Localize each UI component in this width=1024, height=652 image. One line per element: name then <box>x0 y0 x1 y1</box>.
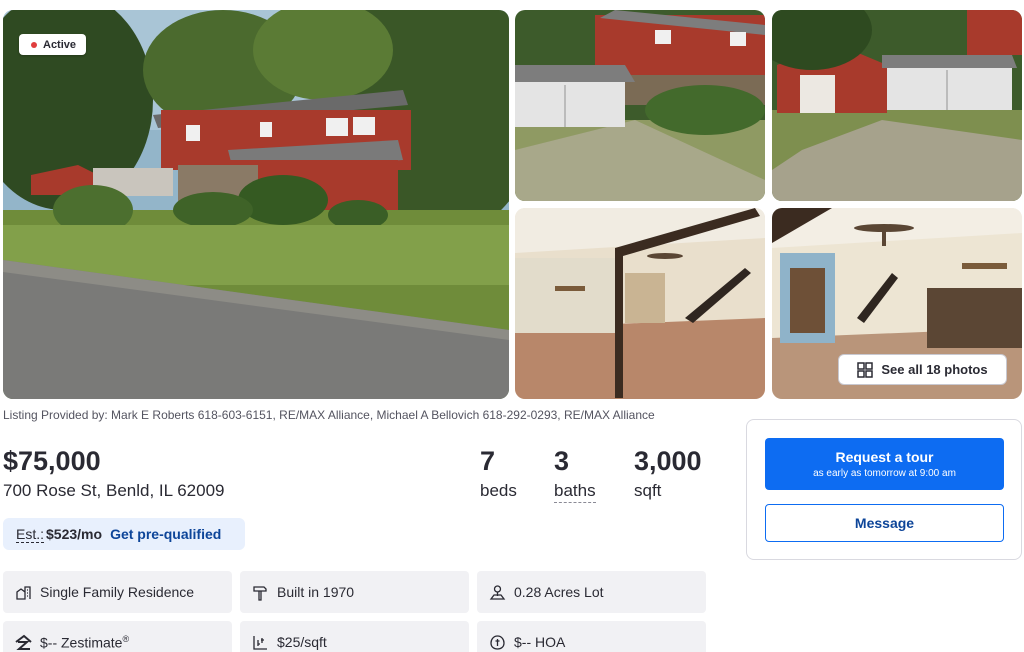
status-dot-icon <box>31 41 37 48</box>
photo-grid-icon <box>857 361 874 378</box>
fact-zestimate-text: $-- Zestimate® <box>40 633 130 651</box>
estimate-prefix[interactable]: Est.: <box>16 526 45 543</box>
hoa-icon <box>490 634 505 650</box>
fact-lot-size: 0.28 Acres Lot <box>477 571 706 613</box>
fact-zestimate: $-- Zestimate® <box>3 621 232 652</box>
price-per-sqft-icon <box>253 635 267 650</box>
beds-label: beds <box>480 481 517 500</box>
fact-hoa: $-- HOA <box>477 621 706 652</box>
request-tour-sublabel: as early as tomorrow at 9:00 am <box>813 468 956 479</box>
baths-value: 3 <box>554 446 570 476</box>
listing-price: $75,000 <box>3 446 101 476</box>
beds-value: 7 <box>480 446 496 476</box>
listing-photo-2[interactable] <box>515 10 765 201</box>
fact-price-per-sqft: $25/sqft <box>240 621 469 652</box>
estimated-payment-pill: Est.: $523/mo Get pre-qualified <box>3 518 245 550</box>
listing-photo-4[interactable] <box>515 208 765 399</box>
main-listing-photo[interactable]: Active <box>3 10 509 399</box>
status-label: Active <box>43 38 77 51</box>
message-button[interactable]: Message <box>765 504 1004 542</box>
contact-agent-card: Request a tour as early as tomorrow at 9… <box>746 419 1022 560</box>
hammer-icon <box>253 585 267 601</box>
status-badge: Active <box>19 34 87 55</box>
baths-label[interactable]: baths <box>554 481 596 503</box>
estimate-amount: $523/mo <box>46 526 103 542</box>
house-type-icon <box>16 585 31 600</box>
fact-lot-size-text: 0.28 Acres Lot <box>514 584 604 600</box>
fact-home-type-text: Single Family Residence <box>40 584 195 600</box>
lot-size-icon <box>489 584 506 600</box>
listing-provided-by: Listing Provided by: Mark E Roberts 618-… <box>3 408 655 422</box>
fact-home-type: Single Family Residence <box>3 571 232 613</box>
get-prequalified-link[interactable]: Get pre-qualified <box>110 526 221 542</box>
listing-address: 700 Rose St, Benld, IL 62009 <box>3 481 225 500</box>
see-all-photos-button[interactable]: See all 18 photos <box>838 354 1007 385</box>
fact-hoa-text: $-- HOA <box>514 634 566 650</box>
request-tour-label: Request a tour <box>835 449 934 465</box>
fact-price-per-sqft-text: $25/sqft <box>277 634 327 650</box>
request-tour-button[interactable]: Request a tour as early as tomorrow at 9… <box>765 438 1004 490</box>
see-all-photos-label: See all 18 photos <box>881 362 988 377</box>
sqft-stat: 3,000 sqft <box>634 446 702 501</box>
beds-stat: 7 beds <box>480 446 517 501</box>
baths-stat[interactable]: 3 baths <box>554 446 596 503</box>
sqft-label: sqft <box>634 481 662 500</box>
fact-year-built-text: Built in 1970 <box>277 584 355 600</box>
listing-photo-3[interactable] <box>772 10 1022 201</box>
sqft-value: 3,000 <box>634 446 702 476</box>
zestimate-icon <box>15 634 32 650</box>
fact-year-built: Built in 1970 <box>240 571 469 613</box>
